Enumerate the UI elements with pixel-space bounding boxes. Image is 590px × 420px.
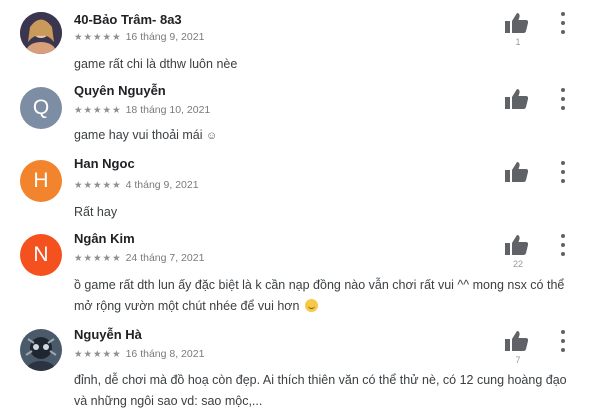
thumbs-up-icon xyxy=(505,13,529,33)
like-count: 1 xyxy=(515,37,521,47)
more-options-button[interactable] xyxy=(556,330,570,352)
thumbs-up-icon xyxy=(505,331,529,351)
reviewer-name: Han Ngoc xyxy=(74,156,135,171)
review-item: H Han Ngoc ★★★★★ 4 tháng 9, 2021 Rất hay xyxy=(0,150,590,225)
reviewer-name: 40-Bảo Trâm- 8a3 xyxy=(74,12,182,27)
smiling-face-icon xyxy=(304,299,318,312)
review-meta: ★★★★★ 16 tháng 8, 2021 xyxy=(74,348,204,360)
thumbs-up-icon xyxy=(505,162,529,182)
review-date: 18 tháng 10, 2021 xyxy=(125,104,211,116)
star-rating: ★★★★★ xyxy=(74,179,122,191)
more-vert-icon xyxy=(561,12,565,16)
review-date: 24 tháng 7, 2021 xyxy=(125,252,205,264)
more-vert-icon xyxy=(561,234,565,238)
like-button[interactable] xyxy=(505,161,531,185)
star-rating: ★★★★★ xyxy=(74,31,122,43)
review-text: Rất hay xyxy=(74,205,118,219)
avatar xyxy=(20,12,62,54)
star-rating: ★★★★★ xyxy=(74,252,122,264)
avatar: H xyxy=(20,160,62,202)
star-rating: ★★★★★ xyxy=(74,348,122,360)
more-options-button[interactable] xyxy=(556,161,570,183)
avatar xyxy=(20,329,62,371)
like-button[interactable] xyxy=(505,88,531,112)
thumbs-up-icon xyxy=(505,89,529,109)
more-vert-icon xyxy=(561,88,565,92)
like-button[interactable] xyxy=(505,234,531,258)
like-count: 7 xyxy=(515,355,521,365)
review-text: đỉnh, dễ chơi mà đồ hoạ còn đẹp. Ai thíc… xyxy=(74,373,567,408)
smiling-face-icon: ☺ xyxy=(206,130,218,142)
reviewer-name: Ngân Kim xyxy=(74,231,135,246)
review-meta: ★★★★★ 4 tháng 9, 2021 xyxy=(74,179,199,191)
more-vert-icon xyxy=(561,161,565,165)
like-button[interactable] xyxy=(505,330,531,354)
avatar: N xyxy=(20,234,62,276)
star-rating: ★★★★★ xyxy=(74,104,122,116)
reviewer-name: Quyên Nguyễn xyxy=(74,83,166,98)
avatar-letter: H xyxy=(33,169,49,192)
more-options-button[interactable] xyxy=(556,88,570,110)
avatar: Q xyxy=(20,87,62,129)
thumbs-up-icon xyxy=(505,235,529,255)
avatar-letter: N xyxy=(33,243,49,266)
review-date: 4 tháng 9, 2021 xyxy=(125,179,199,191)
review-text: ồ game rất dth lun ấy đặc biệt là k cần … xyxy=(74,278,565,313)
more-options-button[interactable] xyxy=(556,12,570,34)
avatar-letter: Q xyxy=(32,96,50,119)
like-button[interactable] xyxy=(505,12,531,36)
reviewer-name: Nguyễn Hà xyxy=(74,327,142,342)
review-item: Q Quyên Nguyễn ★★★★★ 18 tháng 10, 2021 g… xyxy=(0,78,590,150)
review-date: 16 tháng 8, 2021 xyxy=(125,348,205,360)
review-meta: ★★★★★ 18 tháng 10, 2021 xyxy=(74,104,210,116)
review-text: game rất chi là dthw luôn nèe xyxy=(74,57,238,71)
review-meta: ★★★★★ 24 tháng 7, 2021 xyxy=(74,252,204,264)
review-item: N Ngân Kim ★★★★★ 24 tháng 7, 2021 ồ game… xyxy=(0,225,590,320)
review-text: game hay vui thoải mái ☺ xyxy=(74,128,218,142)
review-item: 40-Bảo Trâm- 8a3 ★★★★★ 16 tháng 9, 2021 … xyxy=(0,0,590,75)
like-count: 22 xyxy=(512,259,523,269)
review-item: Nguyễn Hà ★★★★★ 16 tháng 8, 2021 đỉnh, d… xyxy=(0,320,590,420)
more-options-button[interactable] xyxy=(556,234,570,256)
more-vert-icon xyxy=(561,330,565,334)
review-meta: ★★★★★ 16 tháng 9, 2021 xyxy=(74,31,204,43)
review-date: 16 tháng 9, 2021 xyxy=(125,31,205,43)
